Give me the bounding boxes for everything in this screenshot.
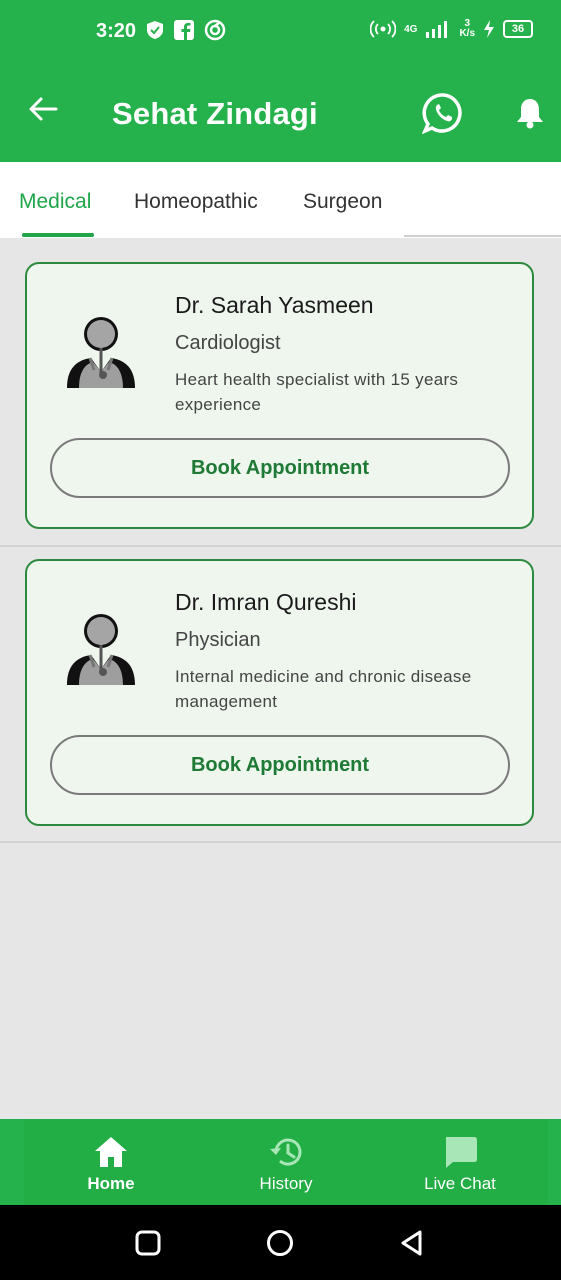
facebook-icon xyxy=(174,20,194,40)
history-icon xyxy=(270,1138,302,1166)
tab-homeopathic[interactable]: Homeopathic xyxy=(134,190,258,214)
doctor-name: Dr. Sarah Yasmeen xyxy=(175,292,374,318)
shield-icon xyxy=(147,21,163,39)
status-time: 3:20 xyxy=(96,20,137,42)
bottom-navigation: Home History Live Chat xyxy=(0,1119,561,1205)
network-type: 4G xyxy=(404,23,418,35)
back-button[interactable] xyxy=(26,92,60,126)
category-tabs: Medical Homeopathic Surgeon xyxy=(0,162,561,238)
whatsapp-icon xyxy=(421,93,462,135)
app-bar: Sehat Zindagi xyxy=(0,62,561,162)
doctor-icon xyxy=(67,614,135,685)
doctor-name: Dr. Imran Qureshi xyxy=(175,589,357,615)
doctor-specialty: Cardiologist xyxy=(175,332,281,354)
bell-icon xyxy=(517,99,543,129)
app-title: Sehat Zindagi xyxy=(112,96,318,131)
hotspot-icon xyxy=(370,20,397,38)
tab-surgeon[interactable]: Surgeon xyxy=(303,190,382,214)
nav-live-chat[interactable]: Live Chat xyxy=(390,1119,530,1205)
home-icon xyxy=(95,1137,127,1167)
doctor-card: Dr. Sarah Yasmeen Cardiologist Heart hea… xyxy=(25,262,534,529)
back-triangle-icon[interactable] xyxy=(398,1229,426,1257)
notifications-button[interactable] xyxy=(515,97,545,129)
book-appointment-button[interactable]: Book Appointment xyxy=(50,438,510,498)
tab-medical[interactable]: Medical xyxy=(19,190,91,214)
nav-history[interactable]: History xyxy=(216,1119,356,1205)
signal-icon xyxy=(426,21,448,38)
status-bar: 3:20 4G 3 K/s 36 xyxy=(0,0,561,62)
nav-live-chat-label: Live Chat xyxy=(424,1174,496,1193)
list-divider xyxy=(0,841,561,843)
nav-home[interactable]: Home xyxy=(41,1119,181,1205)
charging-icon xyxy=(484,20,494,38)
chat-icon xyxy=(446,1137,477,1168)
list-divider xyxy=(0,545,561,547)
doctor-description: Heart health specialist with 15 years ex… xyxy=(175,370,459,414)
doctor-avatar xyxy=(65,611,137,685)
doctor-description: Internal medicine and chronic disease ma… xyxy=(175,667,472,711)
doctor-icon xyxy=(67,317,135,388)
home-circle-icon[interactable] xyxy=(266,1229,294,1257)
tabbar-divider xyxy=(404,235,561,237)
nav-history-label: History xyxy=(259,1174,313,1193)
battery-indicator: 36 xyxy=(503,20,533,38)
doctor-specialty: Physician xyxy=(175,629,261,651)
book-appointment-button[interactable]: Book Appointment xyxy=(50,735,510,795)
recent-apps-icon[interactable] xyxy=(134,1229,162,1257)
whatsapp-button[interactable] xyxy=(421,92,464,135)
back-arrow-icon xyxy=(29,97,58,121)
app-notification-icon xyxy=(204,19,226,41)
system-navigation-bar xyxy=(0,1205,561,1280)
doctor-avatar xyxy=(65,314,137,388)
net-speed: 3 K/s xyxy=(459,18,475,39)
nav-home-label: Home xyxy=(87,1174,135,1193)
active-tab-indicator xyxy=(22,233,94,237)
doctor-card: Dr. Imran Qureshi Physician Internal med… xyxy=(25,559,534,826)
